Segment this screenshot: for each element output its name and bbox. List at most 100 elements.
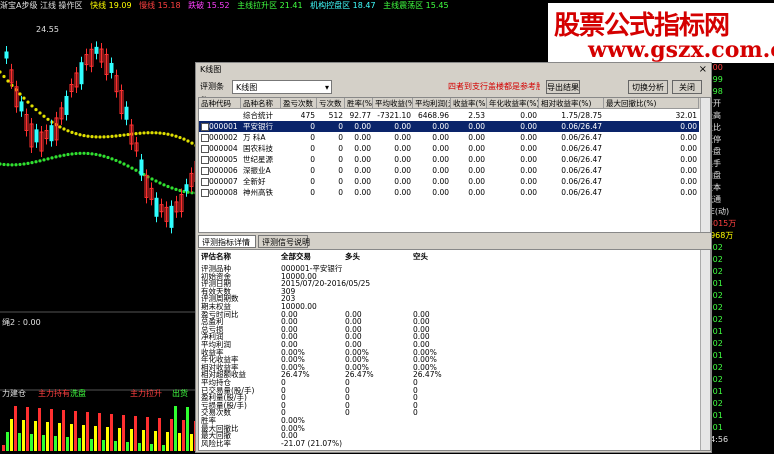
volume-bar: [90, 439, 93, 451]
ma-dot: [114, 158, 118, 163]
table-cell: 0: [338, 188, 343, 197]
volume-bar: [134, 416, 137, 451]
table-cell: 世纪星源: [243, 155, 273, 164]
export-button[interactable]: 导出结果: [546, 80, 580, 94]
column-header[interactable]: 亏次数: [317, 98, 345, 109]
volume-bar: [94, 426, 97, 451]
row-checkbox[interactable]: [201, 145, 209, 153]
candle-body: [79, 62, 84, 85]
ma-dot: [0, 162, 2, 166]
quote-row: 流通: [705, 195, 721, 204]
volume-bar: [62, 410, 65, 451]
candle-body: [169, 205, 174, 228]
tab-signal[interactable]: 评测信号说明: [258, 235, 310, 248]
detail-scrollbar[interactable]: [700, 250, 710, 450]
close-icon[interactable]: ×: [699, 63, 707, 76]
dialog-titlebar[interactable]: K线图 ×: [196, 63, 711, 76]
quote-row: 5.02: [705, 375, 723, 384]
ma-dot: [46, 117, 50, 121]
bottom-label: 力建仓: [2, 389, 26, 398]
row-checkbox[interactable]: [201, 189, 209, 197]
ma-dot: [126, 164, 130, 168]
table-cell: 475: [300, 111, 315, 120]
table-row[interactable]: 000008 神州高铁 0 0 0.00 0.00 0.00 0.00 0.00 0.06/26.…: [199, 187, 699, 198]
table-row[interactable]: 综合统计 475 512 92.77 -7321.10 6468.96 2.53 0.00 1.…: [199, 110, 699, 121]
ma-dot: [50, 156, 54, 160]
table-cell: 平安银行: [243, 122, 273, 131]
table-cell: 0.00: [520, 133, 537, 142]
quote-row: 5.02: [705, 291, 723, 300]
table-cell: 0: [338, 144, 343, 153]
column-header[interactable]: 相对收益率(%): [539, 98, 604, 109]
column-header[interactable]: 年化收益率(%): [487, 98, 539, 109]
table-cell: 0.00: [680, 166, 697, 175]
table-row[interactable]: 000005 世纪星源 0 0 0.00 0.00 0.00 0.00 0.00 0.06/26.…: [199, 154, 699, 165]
table-row[interactable]: 000007 全新好 0 0 0.00 0.00 0.00 0.00 0.00 0.06/26.4…: [199, 176, 699, 187]
volume-bar: [58, 423, 61, 451]
ma-dot: [22, 96, 26, 100]
ma-dot: [62, 127, 66, 131]
close-button[interactable]: 关闭: [672, 80, 702, 94]
table-cell: 6468.96: [417, 111, 449, 120]
ma-dot: [0, 70, 2, 74]
ma-dot: [142, 131, 146, 135]
column-header[interactable]: 胜率(%): [345, 98, 373, 109]
table-row[interactable]: 000001 平安银行 0 0 0.00 0.00 0.00 0.00 0.00 0.06/26.…: [199, 121, 699, 132]
detail-header-cell: 评估名称: [201, 252, 231, 261]
column-header[interactable]: 盈亏次数: [281, 98, 317, 109]
vertical-scrollbar[interactable]: [700, 98, 710, 232]
row-checkbox[interactable]: [201, 123, 209, 131]
quote-row: 5.02: [705, 303, 723, 312]
ma-dot: [106, 155, 110, 160]
watermark-logo: 股票公式指标网 www.gszx.com.cn: [548, 3, 774, 63]
ma-dot: [14, 163, 18, 167]
detail-header: 评估名称 全部交易 多头 空头: [199, 252, 699, 262]
quote-row: 5.01: [705, 423, 723, 432]
table-cell: 0: [338, 122, 343, 131]
ma-dot: [182, 137, 186, 141]
cond-select[interactable]: K线图 ▾: [232, 80, 332, 94]
chevron-down-icon: ▾: [324, 83, 329, 92]
row-checkbox[interactable]: [201, 178, 209, 186]
column-header[interactable]: 平均利润(元): [413, 98, 451, 109]
table-cell: 0.00: [520, 111, 537, 120]
detail-header-cell: 全部交易: [281, 252, 311, 261]
kline-chart[interactable]: 24.55 绳2 : 0.00 力建仓 主力持有 洗盘 主力拉升 出货: [0, 12, 204, 451]
table-row[interactable]: 000006 深振业A 0 0 0.00 0.00 0.00 0.00 0.00 0.06/26.…: [199, 165, 699, 176]
table-row[interactable]: 000004 国农科技 0 0 0.00 0.00 0.00 0.00 0.00 0.06/26.…: [199, 143, 699, 154]
row-checkbox[interactable]: [201, 156, 209, 164]
ma-dot: [190, 141, 194, 145]
ma-dot: [38, 111, 42, 115]
table-cell: 0.00: [354, 122, 371, 131]
volume-bar: [174, 406, 177, 451]
table-cell: 2.53: [468, 111, 485, 120]
column-header[interactable]: 品种名称: [241, 98, 281, 109]
ma-dot: [174, 187, 178, 191]
table-cell: 0.00: [468, 166, 485, 175]
mid-label: 绳2 : 0.00: [2, 317, 41, 327]
column-header[interactable]: 收益率(%): [451, 98, 487, 109]
volume-bar: [158, 418, 161, 451]
table-row[interactable]: 000002 万 科A 0 0 0.00 0.00 0.00 0.00 0.00 0.06/26.…: [199, 132, 699, 143]
bottom-label: 出货: [172, 389, 188, 398]
column-header[interactable]: 品种代码: [199, 98, 241, 109]
tab-detail[interactable]: 评测指标详情: [198, 235, 256, 248]
column-header[interactable]: 最大回撤比(%): [604, 98, 699, 109]
table-cell: -7321.10: [377, 111, 411, 120]
quote-row: 5.02: [705, 399, 723, 408]
volume-bar: [14, 406, 17, 451]
volume-bar: [190, 434, 193, 451]
period-button[interactable]: 切换分析图: [628, 80, 668, 106]
ma-dot: [150, 177, 154, 181]
volume-bar: [18, 433, 21, 451]
volume-bar: [130, 429, 133, 451]
row-checkbox[interactable]: [201, 167, 209, 175]
volume-bar: [150, 444, 153, 451]
row-checkbox[interactable]: [201, 134, 209, 142]
table-cell: 0.00: [680, 155, 697, 164]
column-header[interactable]: 平均收益(%): [373, 98, 413, 109]
table-cell: 0.06/26.47: [561, 144, 602, 153]
cond-label: 评测条件: [200, 82, 224, 105]
table-cell: 32.01: [675, 111, 697, 120]
ma-dot: [26, 100, 30, 104]
